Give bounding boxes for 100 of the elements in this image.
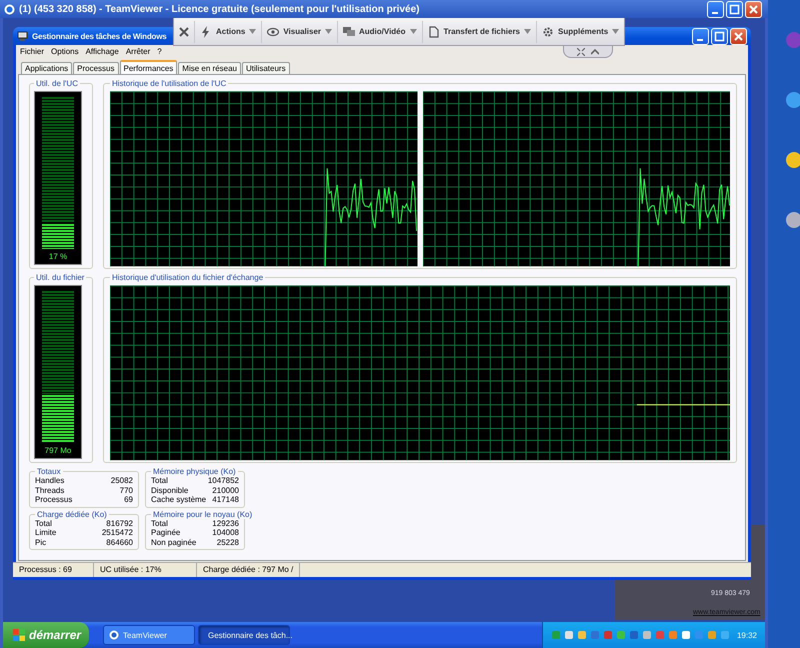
group-title: Util. du fichier xyxy=(35,273,86,282)
tray-icon xyxy=(668,630,678,640)
caret-icon xyxy=(524,29,532,34)
window-title: (1) (453 320 858) - TeamViewer - Licence gratuite (seulement pour l'utilisation privée) xyxy=(19,4,420,14)
menu-item[interactable]: Options xyxy=(51,47,79,56)
group-title: Totaux xyxy=(36,467,62,476)
stat-label: Processus xyxy=(35,495,72,504)
maximize-button[interactable] xyxy=(726,0,743,18)
maximize-icon xyxy=(730,4,740,14)
tab[interactable]: Applications xyxy=(21,62,72,74)
taskbar-button[interactable]: Gestionnaire des tâch... xyxy=(198,625,290,645)
stat-label: Limite xyxy=(35,528,56,538)
toolbar-menu-button[interactable]: Transfert de fichiers xyxy=(422,20,536,42)
stat-label: Total xyxy=(151,518,168,528)
tray-icon xyxy=(602,630,613,640)
stat-label: Pic xyxy=(35,538,46,547)
clock: 19:32 xyxy=(736,630,757,640)
stat-value: 25082 xyxy=(110,476,133,486)
status-text: UC utilisée : 17% xyxy=(94,563,197,577)
menu-item[interactable]: ? xyxy=(157,47,162,56)
tray-icon xyxy=(550,630,561,640)
tab[interactable]: Mise en réseau xyxy=(178,62,241,74)
stat-value: 129236 xyxy=(212,518,239,528)
tray-icon xyxy=(616,630,626,640)
minimize-button[interactable] xyxy=(707,0,724,18)
tray-icon xyxy=(654,630,665,640)
toolbar-menu-button[interactable]: Suppléments xyxy=(536,20,624,42)
stat-label: Disponible xyxy=(151,486,188,495)
caret-icon xyxy=(325,29,332,34)
minimize-icon xyxy=(697,38,703,40)
app-icon xyxy=(109,630,119,640)
fullscreen-icon xyxy=(577,48,585,56)
window-title: Gestionnaire des tâches de Windows xyxy=(32,32,166,40)
taskbar-button[interactable]: TeamViewer xyxy=(103,625,195,645)
tab[interactable]: Processus xyxy=(73,62,118,74)
caret-icon xyxy=(249,29,256,34)
tab[interactable]: Utilisateurs xyxy=(242,62,290,74)
stat-label: Cache système xyxy=(151,495,206,504)
group-title: Historique d'utilisation du fichier d'échange xyxy=(111,273,264,282)
stat-value: 417148 xyxy=(212,495,239,504)
stat-value: 69 xyxy=(124,495,133,504)
tray-icon xyxy=(720,630,730,640)
toolbar-menu-button[interactable]: Audio/Vidéo xyxy=(337,20,422,42)
meter-reading: 797 Mo xyxy=(44,446,72,455)
status-text: Charge dédiée : 797 Mo / xyxy=(197,563,300,577)
menu-item[interactable]: Affichage xyxy=(86,47,119,56)
stat-label: Threads xyxy=(35,486,64,495)
stat-value: 210000 xyxy=(212,486,239,495)
computer-icon xyxy=(17,30,28,42)
stat-label: Total xyxy=(35,518,52,528)
tray-icon xyxy=(694,630,704,640)
fullscreen-button[interactable] xyxy=(577,48,585,56)
close-button[interactable] xyxy=(745,0,762,18)
tray-icon xyxy=(590,630,600,640)
stat-label: Total xyxy=(151,476,168,486)
close-icon xyxy=(734,32,743,40)
tab[interactable]: Performances xyxy=(120,60,178,74)
collapse-button[interactable] xyxy=(591,48,599,56)
stat-value: 25228 xyxy=(216,538,239,547)
windows-logo-icon xyxy=(13,629,25,641)
caret-icon xyxy=(612,29,620,34)
stat-value: 1047852 xyxy=(208,476,239,486)
tray-icon xyxy=(680,630,691,640)
group-title: Util. de l'UC xyxy=(35,79,79,88)
toolbar-menu-button[interactable]: Actions xyxy=(194,20,262,42)
stat-value: 770 xyxy=(120,486,133,495)
bolt-icon xyxy=(200,26,212,38)
stat-value: 816792 xyxy=(106,518,133,528)
toolbar-menu-button[interactable]: Visualiser xyxy=(261,20,337,42)
tray-icon xyxy=(706,630,717,640)
document-icon xyxy=(428,26,440,38)
stat-value: 864660 xyxy=(106,538,133,547)
tray-icon xyxy=(564,630,574,640)
maximize-icon xyxy=(714,31,724,41)
stat-label: Paginée xyxy=(151,528,180,538)
tray-icon xyxy=(576,630,587,640)
close-icon xyxy=(749,4,758,14)
group-title: Mémoire pour le noyau (Ko) xyxy=(152,510,254,518)
close-button[interactable] xyxy=(730,28,747,44)
group-title: Charge dédiée (Ko) xyxy=(36,510,108,518)
stat-value: 104008 xyxy=(212,528,239,538)
tray-icon xyxy=(628,630,639,640)
stat-label: Handles xyxy=(35,476,64,486)
status-text: Processus : 69 xyxy=(13,563,94,577)
chat-icon xyxy=(343,26,355,38)
chevron-up-icon xyxy=(591,48,599,56)
minimize-icon xyxy=(712,12,718,14)
minimize-button[interactable] xyxy=(692,28,709,44)
caret-icon xyxy=(410,29,417,34)
menu-item[interactable]: Fichier xyxy=(20,47,44,56)
app-icon xyxy=(4,4,15,14)
close-icon xyxy=(178,26,190,38)
meter-reading: 17 % xyxy=(48,252,68,261)
group-title: Historique de l'utilisation de l'UC xyxy=(111,79,228,88)
group-title: Mémoire physique (Ko) xyxy=(152,467,237,476)
maximize-button[interactable] xyxy=(711,28,728,44)
tray-icon xyxy=(642,630,652,640)
menu-item[interactable]: Arrêter xyxy=(126,47,150,56)
stat-label: Non paginée xyxy=(151,538,196,547)
stat-value: 2515472 xyxy=(102,528,133,538)
